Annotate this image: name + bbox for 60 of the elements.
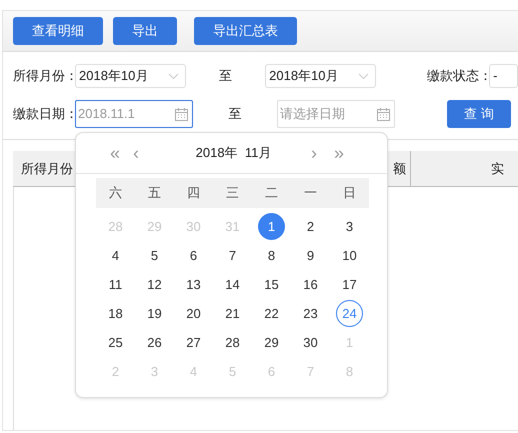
calendar-day[interactable]: 22 — [258, 300, 285, 327]
weekday-label: 一 — [303, 184, 318, 202]
column-header: 实 — [491, 160, 504, 178]
weekday-label: 日 — [342, 184, 357, 202]
calendar-icon — [175, 108, 188, 120]
calendar-day[interactable]: 11 — [102, 271, 129, 298]
status-select[interactable]: - — [489, 64, 518, 88]
toolbar-button[interactable]: 查看明细 — [13, 17, 103, 45]
column-header: 额 — [393, 150, 411, 186]
calendar-day[interactable]: 19 — [141, 300, 168, 327]
calendar-day[interactable]: 12 — [141, 271, 168, 298]
calendar-day[interactable]: 30 — [297, 329, 324, 356]
calendar-day[interactable]: 3 — [336, 213, 363, 240]
calendar-day[interactable]: 5 — [141, 242, 168, 269]
calendar-day[interactable]: 13 — [180, 271, 207, 298]
calendar-icon — [377, 108, 390, 120]
weekday-label: 四 — [186, 184, 201, 202]
field-label: 缴款状态： — [427, 67, 490, 86]
field-label: 所得月份： — [13, 67, 75, 86]
calendar-day[interactable]: 1 — [258, 213, 285, 240]
calendar-day[interactable]: 26 — [141, 329, 168, 356]
calendar-day[interactable]: 20 — [180, 300, 207, 327]
calendar-day[interactable]: 27 — [180, 329, 207, 356]
calendar-day[interactable]: 7 — [219, 242, 246, 269]
calendar-day[interactable]: 23 — [297, 300, 324, 327]
calendar-day[interactable]: 10 — [336, 242, 363, 269]
month-select[interactable]: 2018年10月 — [265, 64, 376, 88]
column-header: 所得月份 — [21, 160, 73, 178]
range-separator: 至 — [218, 67, 234, 86]
calendar-day[interactable]: 8 — [258, 242, 285, 269]
calendar-title: 2018年 11月 — [194, 144, 272, 162]
select-value: 2018年10月 — [79, 67, 148, 86]
weekday-label: 三 — [225, 184, 240, 202]
calendar-day[interactable]: 21 — [219, 300, 246, 327]
calendar-day[interactable]: 24 — [336, 300, 363, 327]
calendar-day[interactable]: 28 — [219, 329, 246, 356]
calendar-day[interactable]: 29 — [258, 329, 285, 356]
chevron-down-icon — [358, 72, 370, 80]
range-separator: 至 — [228, 105, 242, 124]
weekday-label: 五 — [147, 184, 162, 202]
query-button[interactable]: 查 询 — [447, 100, 511, 128]
calendar-day[interactable]: 2 — [297, 213, 324, 240]
chevron-down-icon — [168, 72, 179, 80]
weekday-label: 二 — [264, 184, 279, 202]
calendar-day[interactable]: 17 — [336, 271, 363, 298]
field-label: 缴款日期： — [13, 105, 75, 124]
select-value: - — [493, 67, 498, 86]
calendar-day[interactable]: 18 — [102, 300, 129, 327]
calendar-day[interactable]: 6 — [180, 242, 207, 269]
calendar-day[interactable]: 25 — [102, 329, 129, 356]
month-select[interactable]: 2018年10月 — [75, 64, 186, 88]
calendar-day[interactable]: 4 — [102, 242, 129, 269]
calendar-day[interactable]: 9 — [297, 242, 324, 269]
toolbar-button[interactable]: 导出汇总表 — [194, 17, 297, 45]
calendar-day[interactable]: 16 — [297, 271, 324, 298]
select-value: 2018年10月 — [269, 67, 339, 86]
weekday-label: 六 — [108, 184, 123, 202]
calendar-day[interactable]: 14 — [219, 271, 246, 298]
toolbar-button[interactable]: 导出 — [113, 17, 177, 45]
calendar-day[interactable]: 15 — [258, 271, 285, 298]
